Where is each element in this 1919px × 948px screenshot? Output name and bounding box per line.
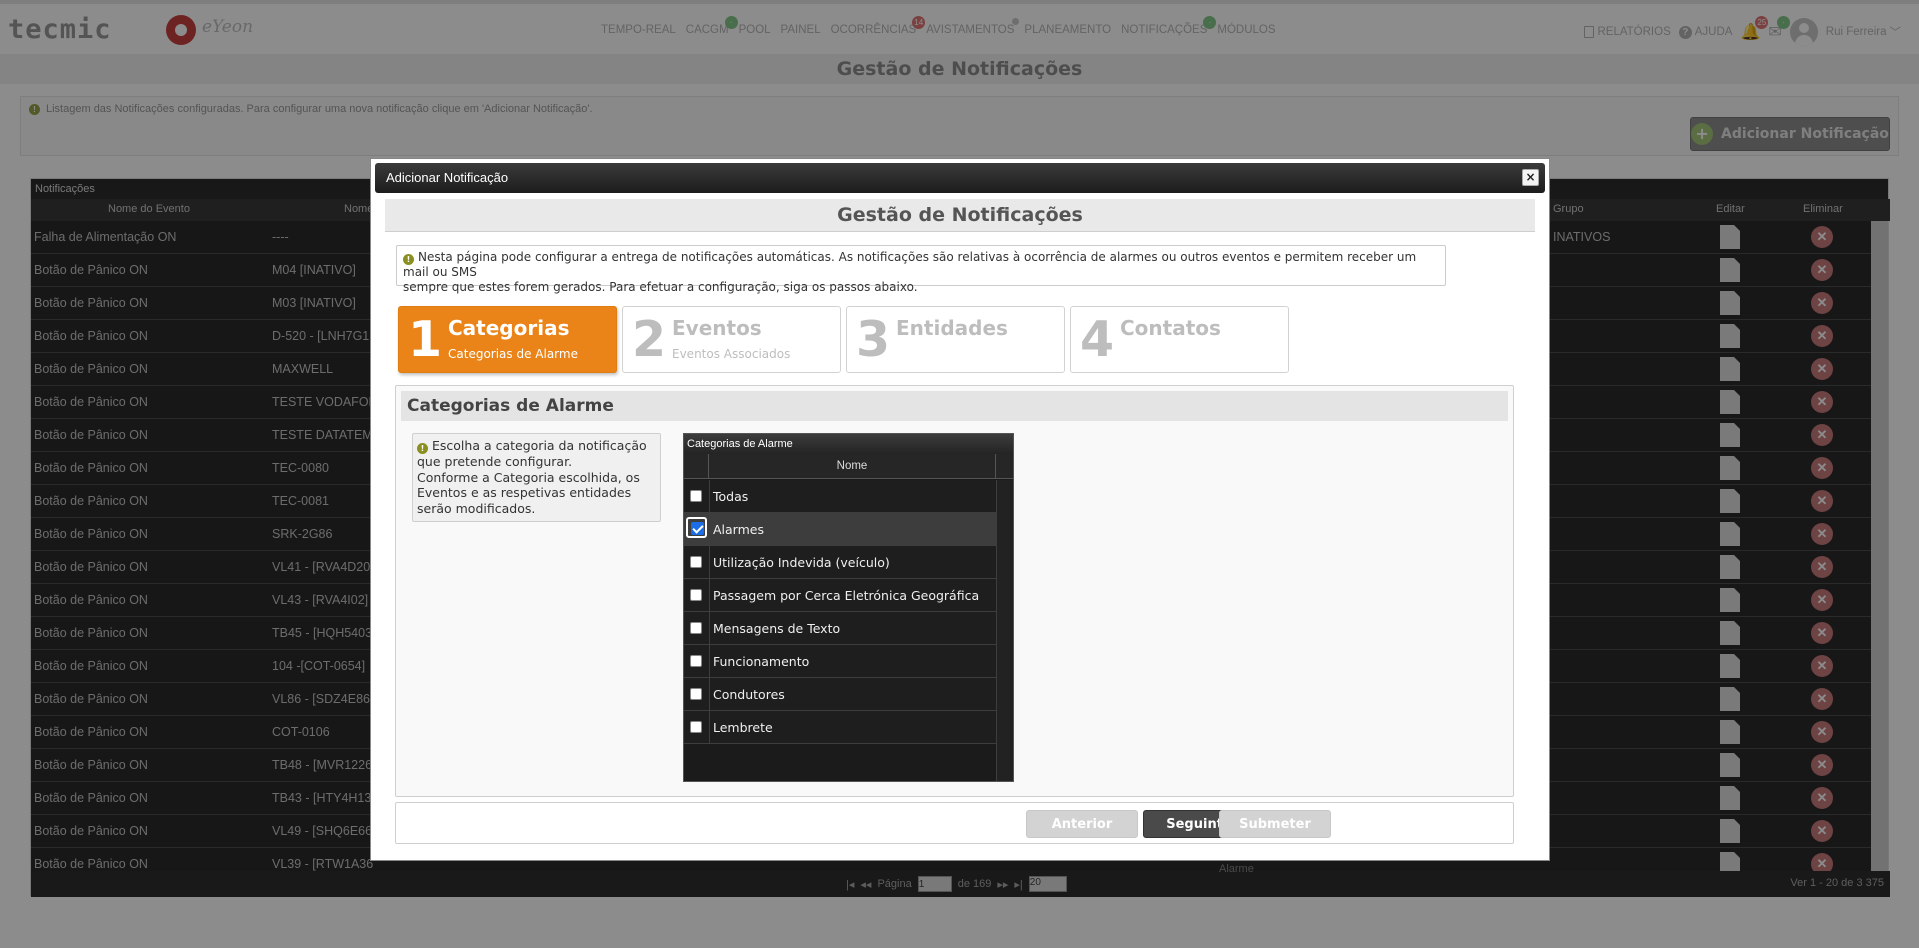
categories-grid: Categorias de Alarme Nome Todas Alarmes Ut… — [683, 433, 1014, 782]
category-label: Mensagens de Texto — [709, 612, 996, 644]
dialog-info-line: ! Nesta página pode configurar a entrega … — [403, 250, 1417, 279]
step-title: Eventos — [672, 316, 762, 340]
dialog-info-line: sempre que estes forem gerados. Para efe… — [403, 280, 918, 294]
step-number: 1 — [408, 311, 443, 368]
dialog-heading: Gestão de Notificações — [385, 199, 1535, 232]
step-subtitle: Categorias de Alarme — [448, 347, 578, 361]
categories-panel: Categorias de Alarme ! Escolha a categori… — [395, 385, 1514, 797]
category-row[interactable]: Alarmes — [684, 513, 996, 546]
dialog-titlebar[interactable]: Adicionar Notificação × — [375, 163, 1545, 193]
category-checkbox[interactable] — [690, 622, 702, 634]
dialog-info: ! Nesta página pode configurar a entrega … — [396, 245, 1446, 294]
category-row[interactable]: Lembrete — [684, 711, 996, 744]
hint-line: serão modificados. — [417, 500, 536, 516]
category-checkbox[interactable] — [691, 522, 704, 535]
category-label: Todas — [709, 480, 996, 512]
categories-body: Todas Alarmes Utilização Indevida (veículo… — [684, 480, 996, 744]
step-eventos[interactable]: 2 Eventos Eventos Associados — [622, 306, 841, 373]
category-checkbox[interactable] — [690, 721, 702, 733]
categories-caption: Categorias de Alarme — [684, 434, 1013, 454]
hint-line: que pretende configurar. — [417, 454, 573, 469]
hint-line: Conforme a Categoria escolhida, os — [417, 469, 640, 485]
step-title: Categorias — [448, 316, 570, 340]
category-checkbox[interactable] — [690, 655, 702, 667]
step-subtitle: Eventos Associados — [672, 347, 791, 361]
step-number: 2 — [632, 311, 667, 368]
category-label: Funcionamento — [709, 645, 996, 677]
wizard-steps: 1 Categorias Categorias de Alarme 2 Even… — [398, 306, 1289, 373]
category-row[interactable]: Passagem por Cerca Eletrónica Geográfica — [684, 579, 996, 612]
category-row[interactable]: Todas — [684, 480, 996, 513]
category-row[interactable]: Funcionamento — [684, 645, 996, 678]
add-notification-dialog: Adicionar Notificação × Gestão de Notifi… — [370, 158, 1550, 861]
category-checkbox[interactable] — [690, 490, 702, 502]
step-contatos[interactable]: 4 Contatos — [1070, 306, 1289, 373]
info-icon: ! — [403, 254, 414, 265]
previous-button[interactable]: Anterior — [1026, 810, 1138, 838]
hint-line: Eventos e as respetivas entidades — [417, 485, 632, 500]
step-number: 4 — [1080, 311, 1115, 368]
step-title: Contatos — [1120, 316, 1221, 340]
step-number: 3 — [856, 311, 891, 368]
hint-box: ! Escolha a categoria da notificação que … — [412, 433, 661, 522]
category-row[interactable]: Condutores — [684, 678, 996, 711]
categories-scrollbar[interactable] — [996, 480, 1013, 781]
category-checkbox[interactable] — [690, 688, 702, 700]
close-icon[interactable]: × — [1522, 169, 1539, 186]
categories-header: Nome — [684, 454, 1013, 479]
category-checkbox[interactable] — [690, 589, 702, 601]
category-label: Utilização Indevida (veículo) — [709, 546, 996, 578]
category-checkbox[interactable] — [690, 556, 702, 568]
step-categorias[interactable]: 1 Categorias Categorias de Alarme — [398, 306, 617, 373]
select-column-header — [684, 454, 709, 478]
category-row[interactable]: Mensagens de Texto — [684, 612, 996, 645]
category-row[interactable]: Utilização Indevida (veículo) — [684, 546, 996, 579]
step-entidades[interactable]: 3 Entidades — [846, 306, 1065, 373]
dialog-footer: Anterior Seguinte Submeter — [395, 802, 1514, 844]
hint-line: ! Escolha a categoria da notificação — [417, 438, 656, 454]
category-label: Lembrete — [709, 711, 996, 743]
category-label: Alarmes — [709, 513, 996, 545]
section-title: Categorias de Alarme — [401, 391, 1508, 421]
step-title: Entidades — [896, 316, 1008, 340]
column-header-name[interactable]: Nome — [709, 454, 996, 478]
checkbox-focus-ring — [686, 517, 707, 538]
info-icon: ! — [417, 443, 428, 454]
submit-button[interactable]: Submeter — [1219, 810, 1331, 838]
category-label: Passagem por Cerca Eletrónica Geográfica — [709, 579, 996, 611]
dialog-title: Adicionar Notificação — [386, 170, 509, 185]
category-label: Condutores — [709, 678, 996, 710]
